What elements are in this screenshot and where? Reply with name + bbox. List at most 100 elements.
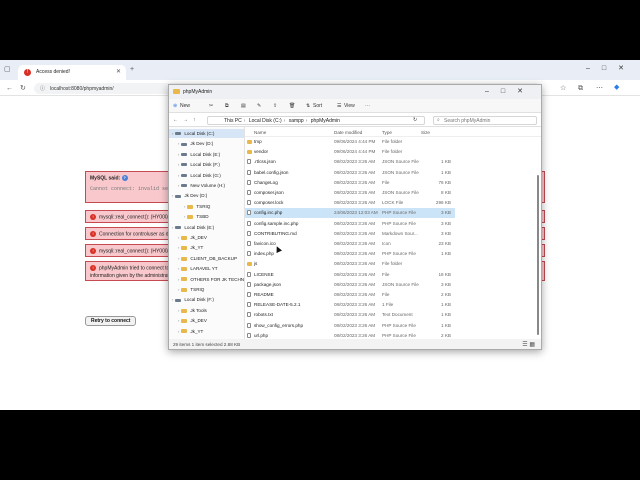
rename-icon[interactable]: ✎	[257, 102, 261, 110]
expand-chevron-icon[interactable]: ›	[184, 204, 185, 209]
refresh-icon[interactable]: ↻	[413, 116, 417, 124]
scrollbar[interactable]	[537, 175, 539, 335]
nav-item[interactable]: › Local Disk (E:)	[169, 150, 244, 159]
file-row[interactable]: babel.config.json 08/02/2023 3:26 AM JSON …	[245, 168, 455, 178]
expand-chevron-icon[interactable]: ›	[172, 297, 173, 302]
menu-icon[interactable]: ⋯	[596, 84, 603, 94]
nav-item[interactable]: › Jk_YT	[169, 327, 244, 336]
error-favicon-icon: !	[24, 69, 31, 76]
expand-chevron-icon[interactable]: ›	[178, 245, 179, 250]
browser-tab[interactable]: ! Access denied! ✕	[18, 65, 126, 80]
back-icon[interactable]: ←	[173, 116, 178, 124]
nav-item[interactable]: › CLIENT_DB_BACKUP	[169, 254, 244, 263]
expand-chevron-icon[interactable]: ›	[178, 173, 179, 178]
column-type[interactable]: Type	[382, 130, 392, 135]
nav-item[interactable]: › TSBD	[169, 212, 244, 221]
nav-item[interactable]: › New Volume (H:)	[169, 181, 244, 190]
expand-chevron-icon[interactable]: ›	[178, 277, 179, 282]
close-tab-icon[interactable]: ✕	[116, 68, 121, 75]
new-tab-icon[interactable]: +	[130, 65, 134, 75]
nav-item[interactable]: › Local Disk (E:)	[169, 223, 244, 232]
expand-chevron-icon[interactable]: ›	[178, 256, 179, 261]
nav-item[interactable]: › LARAVEL YT	[169, 264, 244, 273]
nav-item[interactable]: › Local Disk (F:)	[169, 160, 244, 169]
view-toggle-icons[interactable]: ☰ ▦	[522, 341, 535, 348]
file-row[interactable]: show_config_errors.php 08/02/2023 3:26 AM…	[245, 321, 455, 331]
file-row[interactable]: composer.json 08/02/2023 3:26 AM JSON Sour…	[245, 188, 455, 198]
nav-item[interactable]: › Jk Dev (D:)	[169, 191, 244, 200]
expand-chevron-icon[interactable]: ›	[178, 152, 179, 157]
breadcrumb[interactable]: This PC › Local Disk (C:) › xampp › phpMyAd…	[207, 116, 425, 125]
file-row[interactable]: vendor 09/06/2024 4:44 PM File folder	[245, 147, 455, 157]
favorites-icon[interactable]: ☆	[560, 84, 566, 94]
file-row[interactable]: config.inc.php 24/06/2023 12:03 AM PHP Sou…	[245, 208, 455, 219]
docs-icon[interactable]: ?	[121, 175, 128, 181]
nav-item[interactable]: › Jk_YT	[169, 243, 244, 252]
nav-item[interactable]: › TSRIQ	[169, 202, 244, 211]
expand-chevron-icon[interactable]: ›	[178, 287, 179, 292]
delete-icon[interactable]: 🗑	[289, 102, 295, 110]
cut-icon[interactable]: ✂	[209, 102, 213, 110]
file-row[interactable]: LICENSE 08/02/2023 3:26 AM File 18 KB	[245, 270, 455, 280]
sort-button[interactable]: Sort	[313, 102, 322, 110]
browser-window-controls[interactable]: –□✕	[586, 64, 636, 72]
column-date[interactable]: Date modified	[334, 130, 362, 135]
expand-chevron-icon[interactable]: ›	[172, 225, 173, 230]
share-icon[interactable]: ⇪	[273, 102, 277, 110]
expand-chevron-icon[interactable]: ›	[172, 131, 173, 136]
nav-item[interactable]: › Jk_DEV	[169, 233, 244, 242]
file-row[interactable]: js 08/02/2023 3:26 AM File folder	[245, 259, 455, 269]
nav-item[interactable]: › Jk Dev (D:)	[169, 139, 244, 148]
search-input[interactable]: ⌕ Search phpMyAdmin	[433, 116, 537, 125]
file-row[interactable]: package.json 08/02/2023 3:26 AM JSON Sourc…	[245, 280, 455, 290]
copy-icon[interactable]: ⧉	[225, 102, 229, 110]
file-row[interactable]: ChangeLog 08/02/2023 3:26 AM File 76 KB	[245, 178, 455, 188]
window-menu-icon[interactable]: ▢	[4, 65, 11, 75]
expand-chevron-icon[interactable]: ›	[178, 162, 179, 167]
file-row[interactable]: config.sample.inc.php 08/02/2023 3:26 AM P…	[245, 219, 455, 229]
breadcrumb-item[interactable]: xampp	[289, 118, 304, 124]
breadcrumb-item[interactable]: This PC	[224, 118, 242, 124]
nav-item[interactable]: › TSRIQ	[169, 285, 244, 294]
expand-chevron-icon[interactable]: ›	[172, 193, 173, 198]
explorer-title-bar[interactable]: phpMyAdmin –□✕	[169, 85, 541, 99]
column-name[interactable]: Name	[254, 130, 266, 135]
expand-chevron-icon[interactable]: ›	[184, 214, 185, 219]
breadcrumb-item[interactable]: phpMyAdmin	[311, 118, 340, 124]
file-row[interactable]: composer.lock 08/02/2023 3:26 AM LOCK File…	[245, 198, 455, 208]
retry-connect-button[interactable]: Retry to connect	[85, 316, 137, 326]
expand-chevron-icon[interactable]: ›	[178, 266, 179, 271]
nav-item[interactable]: › Local Disk (F:)	[169, 295, 244, 304]
expand-chevron-icon[interactable]: ›	[178, 141, 179, 146]
column-size[interactable]: Size	[421, 130, 430, 135]
expand-chevron-icon[interactable]: ›	[178, 318, 179, 323]
explorer-window-controls[interactable]: –□✕	[485, 87, 535, 95]
nav-item[interactable]: › Jk Tools	[169, 306, 244, 315]
more-options-icon[interactable]: ⋯	[365, 102, 370, 110]
view-button[interactable]: View	[344, 102, 355, 110]
expand-chevron-icon[interactable]: ›	[178, 329, 179, 334]
up-icon[interactable]: ↑	[193, 116, 196, 124]
back-icon[interactable]: ←	[6, 84, 13, 94]
file-row[interactable]: url.php 08/02/2023 3:26 AM PHP Source File…	[245, 331, 455, 339]
copilot-icon[interactable]: ◆	[614, 83, 619, 93]
expand-chevron-icon[interactable]: ›	[178, 235, 179, 240]
file-row[interactable]: README 08/02/2023 3:26 AM File 2 KB	[245, 290, 455, 300]
new-button[interactable]: New	[180, 102, 190, 110]
forward-icon[interactable]: →	[183, 116, 188, 124]
file-row[interactable]: tmp 09/06/2024 4:44 PM File folder	[245, 137, 455, 147]
nav-item[interactable]: › Jk_DEV	[169, 316, 244, 325]
refresh-icon[interactable]: ↻	[20, 84, 26, 94]
nav-item[interactable]: › Local Disk (G:)	[169, 171, 244, 180]
file-row[interactable]: CONTRIBUTING.md 08/02/2023 3:26 AM Markdow…	[245, 229, 455, 239]
paste-icon[interactable]: ▤	[241, 102, 246, 110]
expand-chevron-icon[interactable]: ›	[178, 183, 179, 188]
expand-chevron-icon[interactable]: ›	[178, 308, 179, 313]
file-row[interactable]: robots.txt 08/02/2023 3:26 AM Text Documen…	[245, 310, 455, 320]
collections-icon[interactable]: ⧉	[578, 84, 583, 94]
nav-item[interactable]: › OTHERS FOR JK TECHNO	[169, 275, 244, 284]
nav-item[interactable]: › Local Disk (C:)	[169, 129, 244, 138]
breadcrumb-item[interactable]: Local Disk (C:)	[249, 118, 282, 124]
file-row[interactable]: RELEASE-DATE-5.2.1 08/02/2023 3:26 AM 1 Fi…	[245, 300, 455, 310]
file-row[interactable]: .rtlcss.json 08/02/2023 3:26 AM JSON Sourc…	[245, 157, 455, 167]
